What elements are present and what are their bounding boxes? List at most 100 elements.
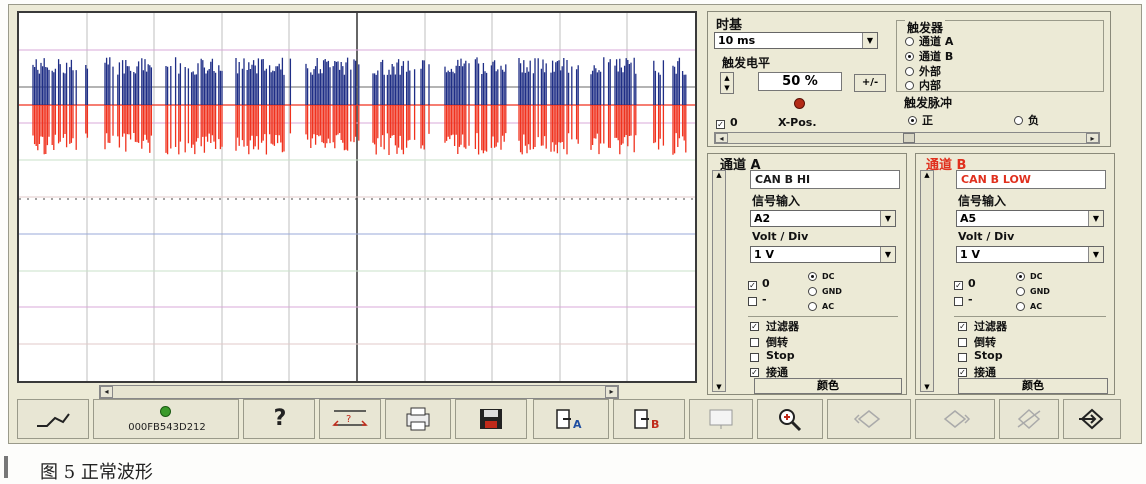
timebase-select[interactable]: 10 ms ▼	[714, 32, 878, 49]
channel-a-signal-input-select[interactable]: A2 ▼	[750, 210, 896, 227]
divider	[954, 316, 1106, 317]
display-button[interactable]	[689, 399, 753, 439]
channel-a-volt-div-value: 1 V	[754, 248, 774, 261]
cursor-off-icon	[1017, 408, 1041, 430]
trigger-pulse-positive-label: 正	[922, 114, 933, 127]
channel-a-dc-radio[interactable]	[808, 272, 817, 281]
channel-b-connect-checkbox[interactable]: ✓	[958, 368, 967, 377]
measure-time-button[interactable]: ?	[319, 399, 381, 439]
trigger-indicator-led	[794, 98, 805, 109]
slider-left-icon[interactable]: ◂	[715, 133, 728, 143]
trigger-level-spinner[interactable]: ▲ ▼	[720, 72, 734, 94]
channel-a-ac-radio[interactable]	[808, 302, 817, 311]
channel-a-filter-checkbox[interactable]: ✓	[750, 322, 759, 331]
channel-b-color-button[interactable]: 颜色	[958, 378, 1108, 394]
channel-a-minus-checkbox[interactable]	[748, 297, 757, 306]
channel-a-signal-input-label: 信号输入	[752, 194, 801, 208]
channel-b-export-button[interactable]: B	[613, 399, 685, 439]
channel-b-offset-scrollbar[interactable]: ▲ ▼	[920, 170, 934, 392]
channel-b-ac-label: AC	[1030, 302, 1043, 311]
channel-a-offset-scrollbar[interactable]: ▲ ▼	[712, 170, 726, 392]
xpos-check-label: 0	[730, 116, 738, 129]
waveform-display[interactable]	[17, 11, 697, 383]
device-status-led	[160, 406, 171, 417]
slider-thumb[interactable]	[903, 133, 915, 143]
channel-a-stop-checkbox[interactable]	[750, 353, 759, 362]
trigger-external-radio[interactable]	[905, 67, 914, 76]
chevron-down-icon[interactable]: ▼	[1088, 211, 1103, 226]
channel-a-volt-div-select[interactable]: 1 V ▼	[750, 246, 896, 263]
channel-a-name-field[interactable]: CAN B HI	[750, 170, 900, 189]
divider	[748, 316, 898, 317]
trigger-channel-b-radio[interactable]	[905, 52, 914, 61]
scroll-right-icon[interactable]: ▸	[605, 386, 618, 398]
channel-b-offset-checkbox[interactable]: ✓	[954, 281, 963, 290]
channel-b-invert-label: 倒转	[974, 336, 996, 349]
channel-b-signal-input-select[interactable]: A5 ▼	[956, 210, 1104, 227]
chevron-down-icon[interactable]: ▼	[1088, 247, 1103, 262]
channel-a-color-button[interactable]: 颜色	[754, 378, 902, 394]
scroll-down-icon[interactable]: ▼	[921, 383, 933, 391]
timebase-label: 时基	[716, 18, 743, 33]
scroll-left-icon[interactable]: ◂	[100, 386, 113, 398]
channel-a-offset-label: 0	[762, 277, 770, 290]
channel-b-dc-radio[interactable]	[1016, 272, 1025, 281]
channel-b-filter-checkbox[interactable]: ✓	[958, 322, 967, 331]
channel-b-invert-checkbox[interactable]	[958, 338, 967, 347]
figure-caption: 图 5 正常波形	[40, 462, 153, 483]
channel-a-minus-label: -	[762, 293, 767, 306]
exit-button[interactable]	[1063, 399, 1121, 439]
xpos-label: X-Pos.	[778, 116, 817, 129]
trigger-channel-b-label: 通道 B	[919, 50, 954, 63]
save-button[interactable]	[455, 399, 527, 439]
trigger-source-group: 触发器 通道 A 通道 B 外部 内部	[896, 19, 1104, 92]
trigger-channel-a-label: 通道 A	[919, 35, 954, 48]
floppy-disk-icon	[480, 409, 502, 429]
trigger-pulse-negative-radio[interactable]	[1014, 116, 1023, 125]
printer-icon	[406, 407, 430, 431]
chevron-down-icon[interactable]: ▼	[862, 33, 877, 48]
xpos-slider[interactable]: ◂ ▸	[714, 132, 1100, 144]
help-button[interactable]: ?	[243, 399, 315, 439]
channel-a-invert-checkbox[interactable]	[750, 338, 759, 347]
invert-trigger-button[interactable]: +/-	[854, 74, 886, 92]
trigger-pulse-positive-radio[interactable]	[908, 116, 917, 125]
channel-b-filter-label: 过滤器	[974, 320, 1007, 333]
cursor-left-button[interactable]	[827, 399, 911, 439]
xpos-checkbox[interactable]: ✓	[716, 120, 725, 129]
print-button[interactable]	[385, 399, 451, 439]
device-id: 000FB543D212	[128, 422, 206, 433]
channel-b-ac-radio[interactable]	[1016, 302, 1025, 311]
waveform-horizontal-scrollbar[interactable]: ◂ ▸	[99, 385, 619, 399]
cursor-left-icon	[853, 410, 881, 428]
channel-b-gnd-radio[interactable]	[1016, 287, 1025, 296]
connect-probe-button[interactable]	[17, 399, 89, 439]
channel-b-minus-checkbox[interactable]	[954, 297, 963, 306]
chevron-down-icon[interactable]: ▼	[880, 211, 895, 226]
cursor-off-button[interactable]	[999, 399, 1059, 439]
channel-a-gnd-radio[interactable]	[808, 287, 817, 296]
slider-right-icon[interactable]: ▸	[1086, 133, 1099, 143]
monitor-icon	[709, 409, 733, 429]
scroll-down-icon[interactable]: ▼	[713, 383, 725, 391]
device-status-button[interactable]: 000FB543D212	[93, 399, 239, 439]
channel-b-stop-checkbox[interactable]	[958, 353, 967, 362]
trigger-internal-radio[interactable]	[905, 81, 914, 90]
scroll-up-icon[interactable]: ▲	[921, 171, 933, 179]
channel-a-group: 通道 A ▲ ▼ CAN B HI 信号输入 A2 ▼ Volt / Div 1…	[707, 153, 907, 395]
channel-b-volt-div-select[interactable]: 1 V ▼	[956, 246, 1104, 263]
channel-a-connect-checkbox[interactable]: ✓	[750, 368, 759, 377]
zoom-button[interactable]	[757, 399, 823, 439]
channel-b-stop-label: Stop	[974, 349, 1003, 362]
channel-a-offset-checkbox[interactable]: ✓	[748, 281, 757, 290]
channel-a-export-button[interactable]: A	[533, 399, 609, 439]
scroll-up-icon[interactable]: ▲	[713, 171, 725, 179]
trigger-level-value[interactable]: 50 %	[758, 72, 842, 91]
trigger-channel-a-radio[interactable]	[905, 37, 914, 46]
help-icon: ?	[273, 406, 287, 431]
channel-a-trace	[32, 57, 687, 105]
cursor-right-button[interactable]	[915, 399, 995, 439]
channel-b-name-field[interactable]: CAN B LOW	[956, 170, 1106, 189]
chevron-down-icon[interactable]: ▼	[880, 247, 895, 262]
page-edge-mark	[4, 456, 8, 478]
